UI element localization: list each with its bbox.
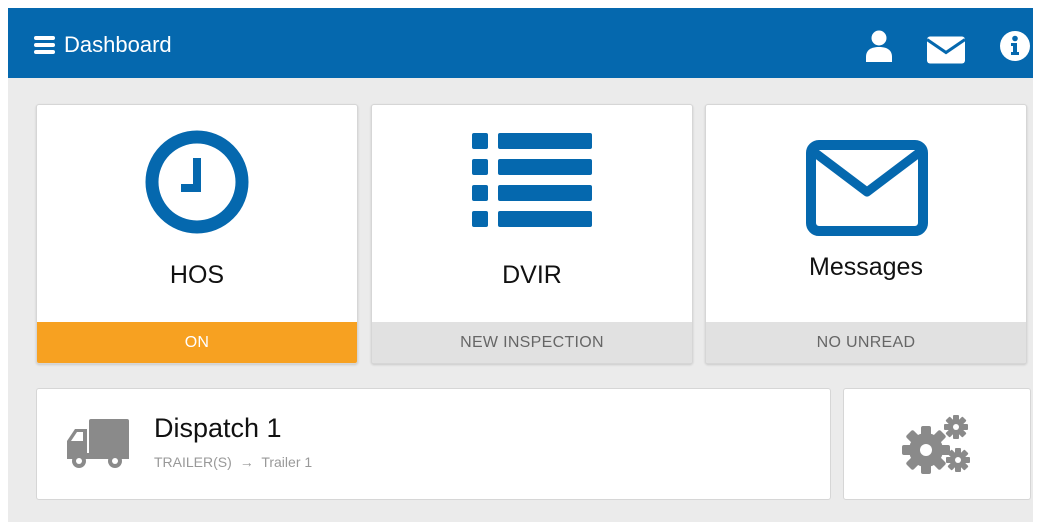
truck-icon — [67, 419, 129, 468]
hos-label: HOS — [169, 261, 225, 289]
trailers-label: TRAILER(S) — [154, 454, 232, 470]
settings-button[interactable] — [843, 388, 1031, 500]
dispatch-trailers: TRAILER(S) → Trailer 1 — [154, 454, 312, 470]
dashboard-frame: Dashboard HOS ON DVIR NEW INSPECTION Mes… — [8, 8, 1033, 522]
clock-icon — [145, 130, 249, 234]
app-header: Dashboard — [8, 8, 1033, 78]
menu-icon — [34, 36, 55, 54]
list-icon — [472, 133, 592, 227]
menu-button[interactable]: Dashboard — [34, 32, 204, 58]
messages-tile[interactable]: Messages NO UNREAD — [705, 104, 1027, 364]
envelope-icon — [806, 140, 928, 236]
user-icon[interactable] — [866, 30, 892, 62]
dvir-label: DVIR — [502, 261, 562, 289]
dvir-tile[interactable]: DVIR NEW INSPECTION — [371, 104, 693, 364]
trailer-name: Trailer 1 — [261, 454, 313, 470]
arrow-icon: → — [239, 454, 254, 470]
hos-tile[interactable]: HOS ON — [36, 104, 358, 364]
info-icon[interactable] — [999, 30, 1031, 62]
gears-icon — [902, 415, 970, 474]
dispatch-card[interactable]: Dispatch 1 TRAILER(S) → Trailer 1 — [36, 388, 831, 500]
messages-status: NO UNREAD — [706, 322, 1026, 363]
hos-status: ON — [37, 322, 357, 363]
dvir-status: NEW INSPECTION — [372, 322, 692, 363]
messages-label: Messages — [809, 253, 923, 281]
envelope-icon[interactable] — [927, 34, 965, 66]
page-title: Dashboard — [64, 32, 172, 57]
dispatch-title: Dispatch 1 — [154, 413, 282, 443]
